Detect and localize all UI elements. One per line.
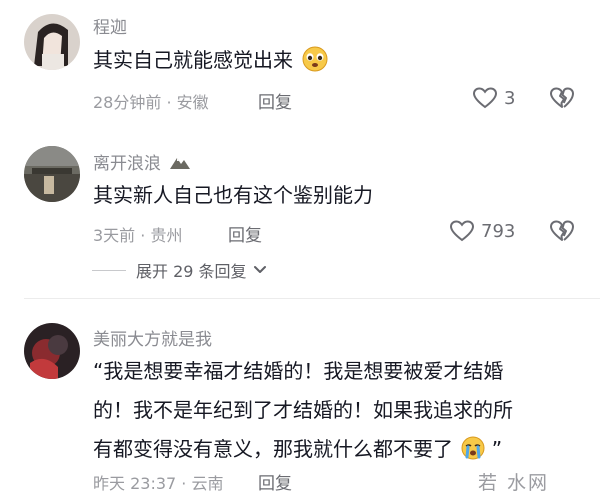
mountain-icon bbox=[170, 158, 191, 169]
avatar[interactable] bbox=[24, 14, 80, 70]
avatar[interactable] bbox=[24, 146, 80, 202]
comment-text-line: 有都变得没有意义，那我就什么都不要了 ” bbox=[93, 432, 573, 466]
avatar-image bbox=[24, 146, 80, 202]
broken-heart-icon bbox=[550, 87, 574, 108]
username[interactable]: 美丽大方就是我 bbox=[93, 325, 212, 350]
reply-button[interactable]: 回复 bbox=[258, 88, 292, 113]
username[interactable]: 程迦 bbox=[93, 13, 127, 38]
heart-icon bbox=[472, 87, 498, 109]
heart-icon bbox=[449, 220, 475, 242]
time-location: 昨天 23:37 · 云南 bbox=[93, 474, 224, 493]
broken-heart-icon bbox=[550, 220, 574, 241]
dislike-button[interactable] bbox=[549, 86, 575, 114]
username-text: 离开浪浪 bbox=[93, 154, 161, 174]
like-button[interactable]: 793 bbox=[449, 219, 515, 243]
comment-text: “我是想要幸福才结婚的！我是想要被爱才结婚 的！我不是年纪到了才结婚的！如果我追… bbox=[93, 354, 573, 466]
reply-button[interactable]: 回复 bbox=[258, 469, 292, 494]
expand-divider-line bbox=[92, 269, 126, 271]
comment-text: 其实新人自己也有这个鉴别能力 bbox=[93, 183, 373, 207]
expand-replies-button[interactable]: 展开 29 条回复 bbox=[92, 258, 267, 282]
like-count: 3 bbox=[504, 87, 516, 109]
chevron-down-icon bbox=[253, 266, 266, 273]
crying-face-emoji bbox=[302, 46, 328, 72]
username[interactable]: 离开浪浪 bbox=[93, 149, 191, 174]
avatar-image bbox=[24, 14, 80, 70]
comment-text: 其实自己就能感觉出来 bbox=[93, 43, 329, 77]
reply-button[interactable]: 回复 bbox=[228, 221, 262, 246]
crying-emoji bbox=[461, 436, 485, 460]
comment-text-line: 的！我不是年纪到了才结婚的！如果我追求的所 bbox=[93, 398, 513, 422]
comment-text-line: “我是想要幸福才结婚的！我是想要被爱才结婚 bbox=[93, 359, 504, 383]
avatar[interactable] bbox=[24, 323, 80, 379]
expand-label: 展开 29 条回复 bbox=[136, 262, 247, 281]
watermark: 若 水网 bbox=[478, 472, 550, 494]
time-location: 28分钟前 · 安徽 bbox=[93, 93, 209, 112]
like-button[interactable]: 3 bbox=[472, 86, 515, 110]
section-divider bbox=[24, 298, 600, 299]
quote-close: ” bbox=[491, 437, 503, 461]
comment-text-line-content: 有都变得没有意义，那我就什么都不要了 bbox=[93, 437, 453, 461]
time-location: 3天前 · 贵州 bbox=[93, 226, 183, 245]
avatar-image bbox=[24, 323, 80, 379]
dislike-button[interactable] bbox=[549, 219, 575, 247]
comment-text-content: 其实自己就能感觉出来 bbox=[93, 48, 293, 72]
like-count: 793 bbox=[481, 220, 516, 242]
